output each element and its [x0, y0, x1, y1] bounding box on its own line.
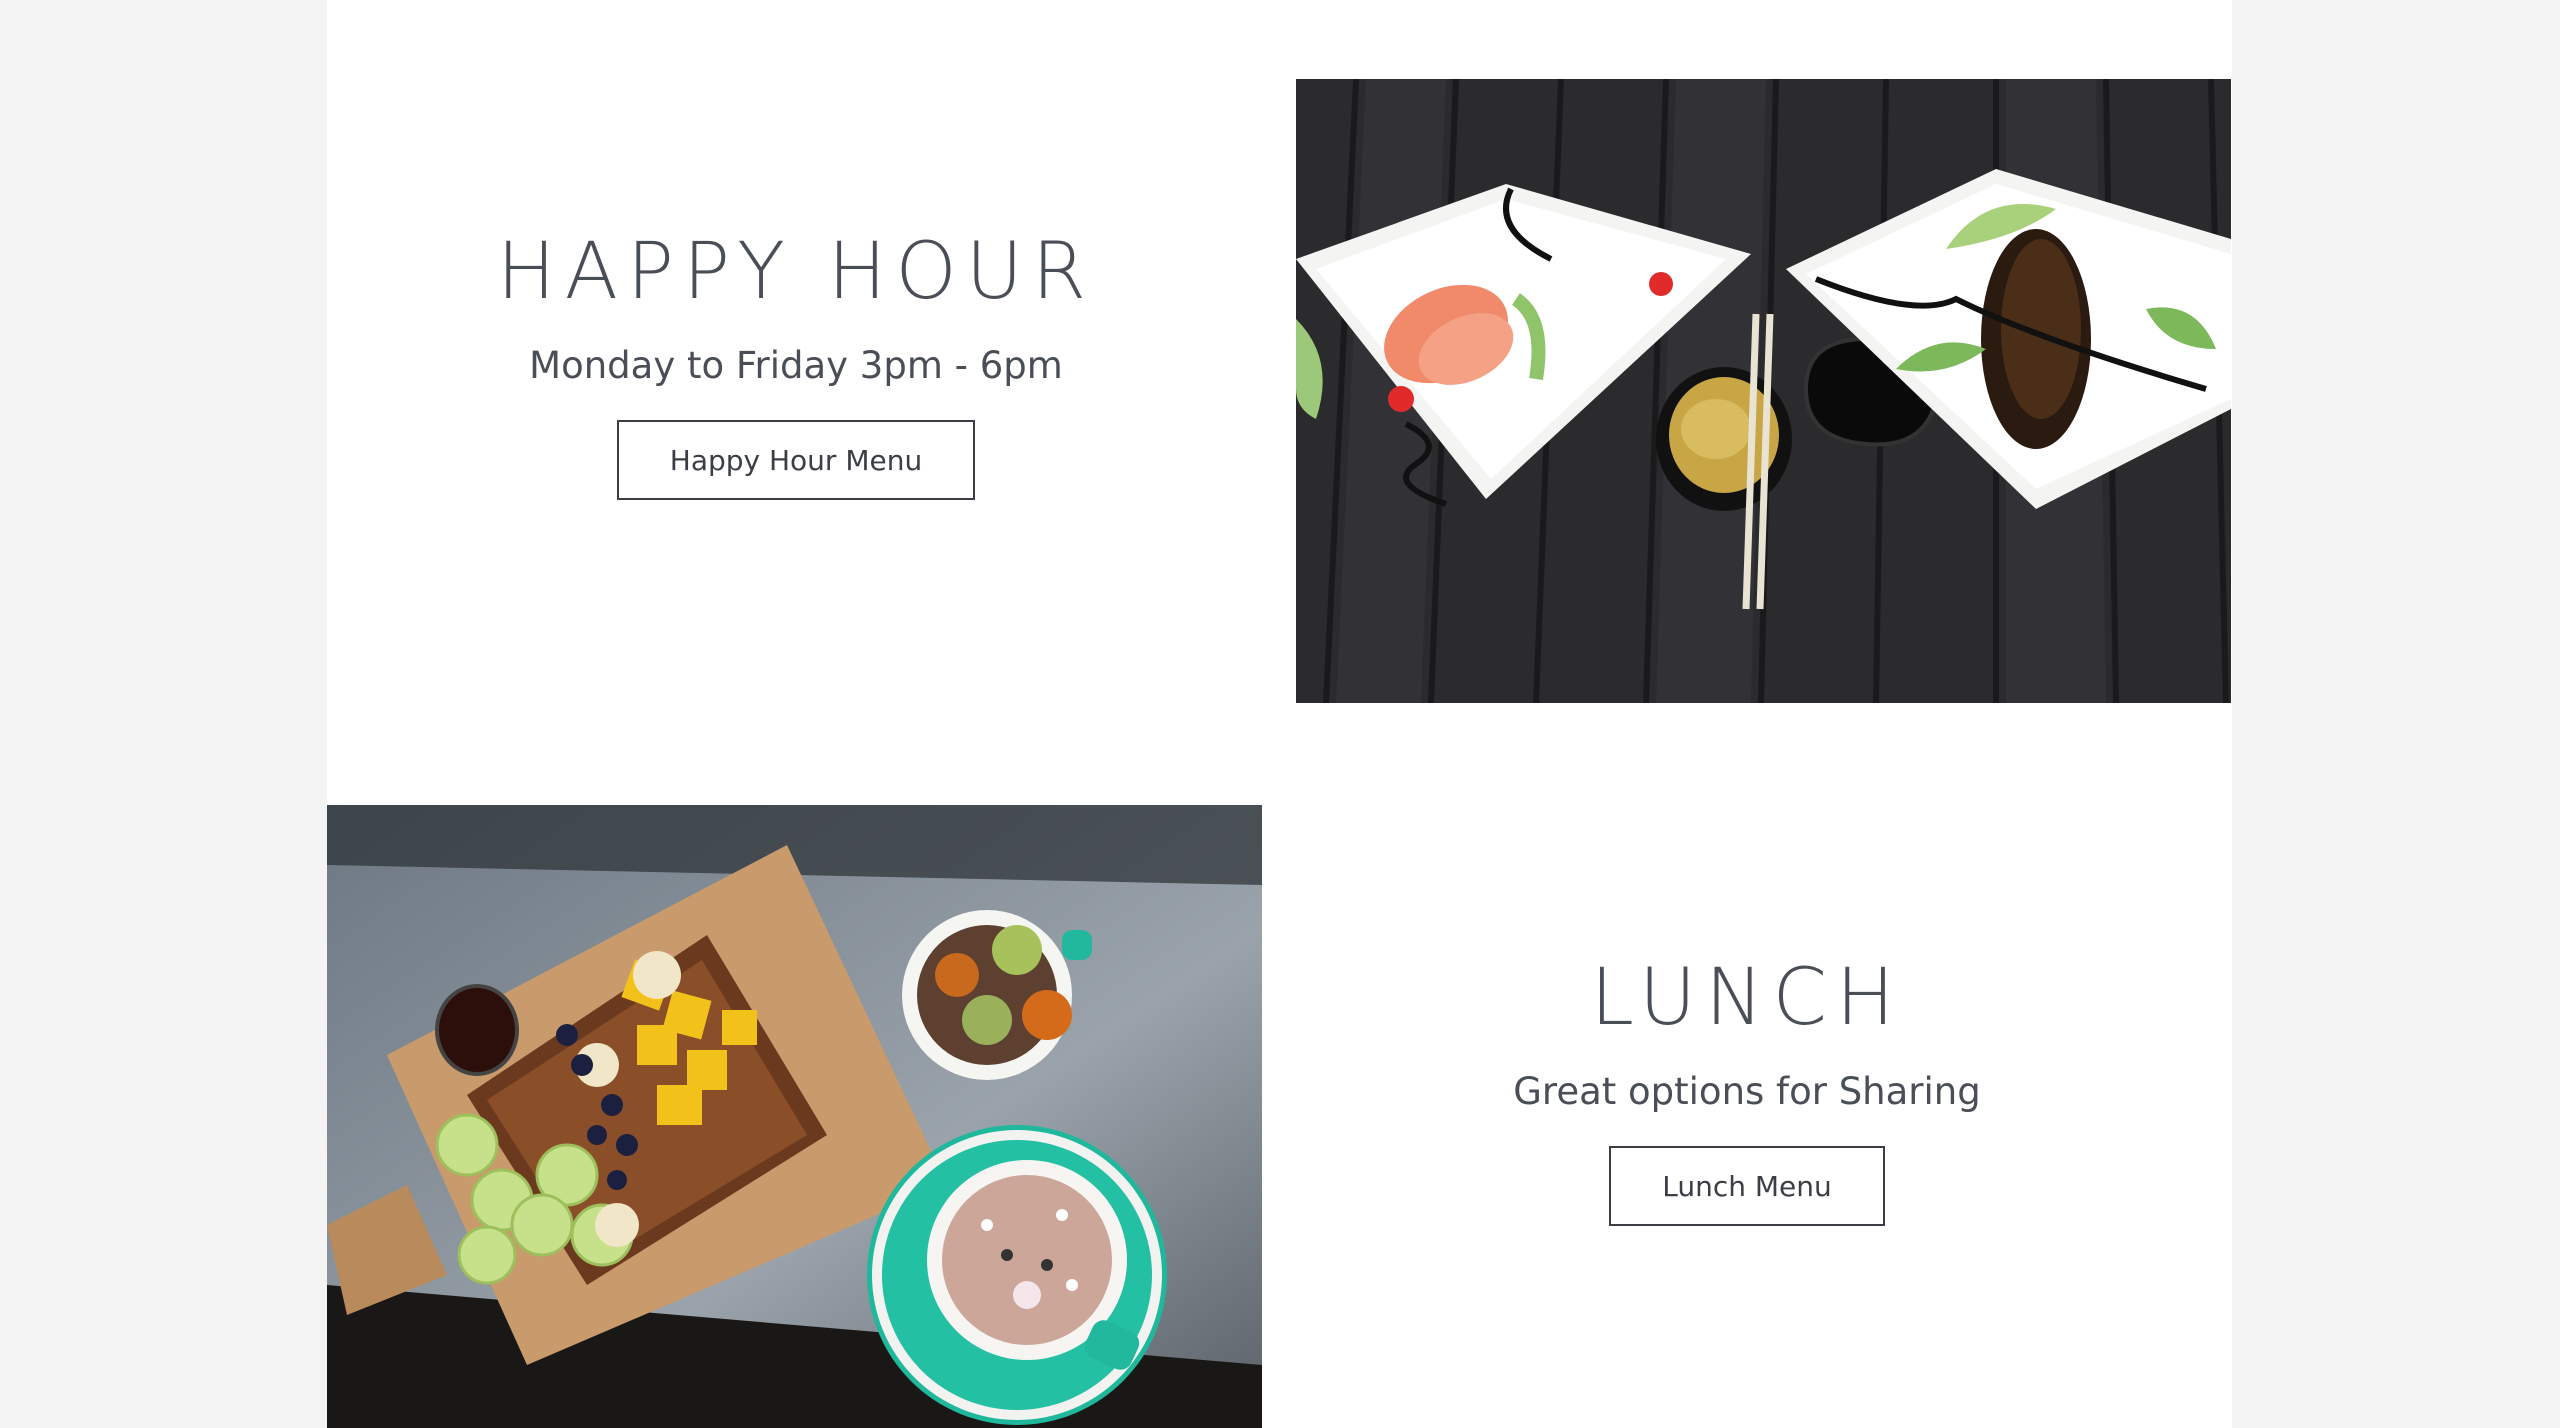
lunch-photo: [327, 805, 1262, 1428]
happy-hour-photo: [1296, 79, 2231, 703]
happy-hour-subtitle: Monday to Friday 3pm - 6pm: [529, 344, 1063, 387]
lunch-subtitle: Great options for Sharing: [1513, 1070, 1981, 1113]
lunch-menu-button[interactable]: Lunch Menu: [1609, 1146, 1885, 1226]
lunch-text-block: LUNCH Great options for Sharing Lunch Me…: [1262, 959, 2232, 1226]
sushi-plates-image: [1296, 79, 2231, 703]
content-container: HAPPY HOUR Monday to Friday 3pm - 6pm Ha…: [327, 0, 2232, 1428]
lunch-title: LUNCH: [1590, 953, 1904, 1043]
happy-hour-menu-button[interactable]: Happy Hour Menu: [616, 420, 976, 500]
happy-hour-text-block: HAPPY HOUR Monday to Friday 3pm - 6pm Ha…: [327, 233, 1265, 500]
happy-hour-title: HAPPY HOUR: [496, 227, 1096, 317]
french-toast-image: [327, 805, 1262, 1428]
